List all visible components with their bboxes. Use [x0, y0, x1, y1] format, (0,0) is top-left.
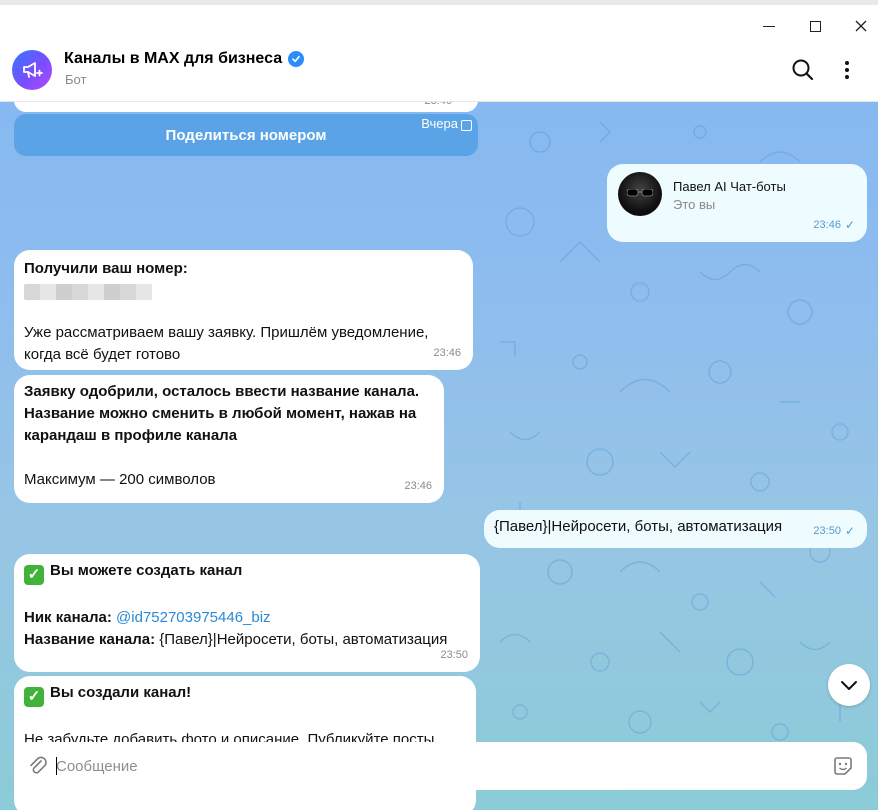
message-time: 23:50	[440, 649, 468, 661]
message-text: Уже рассматриваем вашу заявку. Пришлём у…	[24, 324, 429, 363]
message-input[interactable]	[56, 752, 816, 780]
check-mark-icon: ✓	[24, 687, 44, 707]
minimize-icon	[763, 25, 775, 27]
message-composer	[14, 742, 867, 790]
channel-nick-link[interactable]: @id752703975446_biz	[116, 609, 271, 626]
share-number-label: Поделиться номером	[165, 126, 327, 144]
window-titlebar	[0, 0, 878, 40]
more-icon	[845, 61, 849, 65]
maximize-icon	[809, 20, 821, 32]
message-bubble: Заявку одобрили, осталось ввести названи…	[14, 375, 444, 503]
search-icon	[792, 59, 814, 81]
scroll-down-button[interactable]	[828, 664, 870, 706]
check-icon: ✓	[844, 218, 855, 232]
nick-label: Ник канала:	[24, 609, 112, 626]
chat-header: Каналы в MAX для бизнеса Бот	[0, 40, 878, 102]
contact-subtitle: Это вы	[673, 197, 716, 212]
previous-message-bubble: 23:46	[14, 102, 478, 112]
channel-name-value: {Павел}|Нейросети, боты, автоматизация	[159, 631, 448, 648]
search-button[interactable]	[790, 57, 816, 83]
message-time: 23:50 ✓	[813, 520, 855, 542]
more-button[interactable]	[838, 57, 856, 83]
bot-avatar[interactable]	[12, 50, 52, 90]
megaphone-icon	[23, 62, 43, 78]
chat-title-text: Каналы в MAX для бизнеса	[64, 50, 283, 67]
message-time: 23:46	[404, 480, 432, 492]
message-text: Максимум — 200 символов	[24, 471, 216, 488]
chat-area[interactable]: 23:46 Поделиться номером Вчера Павел AI …	[0, 102, 878, 810]
chat-title: Каналы в MAX для бизнеса	[64, 50, 305, 68]
message-time: 23:46	[433, 347, 461, 359]
check-mark-icon: ✓	[24, 565, 44, 585]
share-number-button[interactable]: Поделиться номером Вчера	[14, 114, 478, 156]
message-text: {Павел}|Нейросети, боты, автоматизация	[494, 518, 783, 535]
contact-icon	[461, 120, 472, 131]
window-minimize-button[interactable]	[746, 11, 792, 41]
day-label: Вчера	[421, 116, 458, 131]
chat-subtitle: Бот	[65, 72, 87, 87]
message-title: Вы можете создать канал	[50, 562, 243, 579]
message-title: Заявку одобрили, осталось ввести названи…	[24, 383, 420, 444]
window-close-button[interactable]	[838, 11, 878, 41]
contact-card[interactable]: Павел AI Чат-боты Это вы 23:46 ✓	[607, 164, 867, 242]
message-title: Вы создали канал!	[50, 684, 192, 701]
contact-avatar	[618, 172, 662, 216]
window-maximize-button[interactable]	[792, 11, 838, 41]
text-caret	[56, 757, 57, 775]
verified-icon	[288, 51, 305, 67]
chevron-down-icon	[841, 681, 857, 690]
message-time: 23:46	[424, 102, 452, 112]
outgoing-message-bubble: {Павел}|Нейросети, боты, автоматизация 2…	[484, 510, 867, 548]
redacted-phone	[24, 284, 152, 300]
attach-icon[interactable]	[28, 755, 48, 777]
message-bubble: Получили ваш номер: Уже рассматриваем ва…	[14, 250, 473, 370]
message-title: Получили ваш номер:	[24, 260, 188, 277]
check-icon: ✓	[844, 524, 855, 538]
sticker-icon[interactable]	[832, 755, 854, 777]
message-bubble: ✓ Вы можете создать канал Ник канала: @id…	[14, 554, 480, 672]
close-icon	[855, 20, 867, 32]
message-time: 23:46 ✓	[813, 214, 855, 236]
channel-name-label: Название канала:	[24, 631, 156, 648]
